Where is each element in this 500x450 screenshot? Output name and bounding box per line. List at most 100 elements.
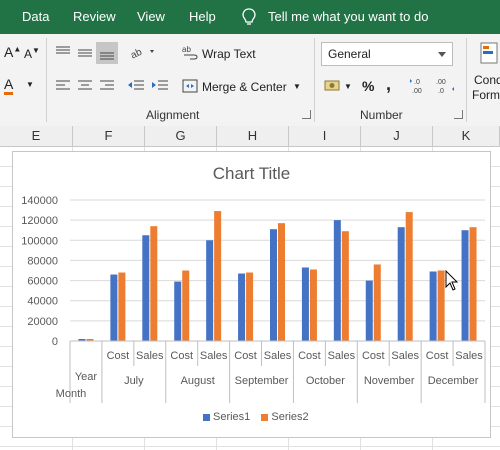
column-header-e[interactable]: E [0, 126, 73, 146]
ribbon-home: A▲ A▼ A ▼ ab ab Wrap Text Merge & Center… [0, 34, 500, 127]
tab-review[interactable]: Review [73, 9, 116, 24]
bar-series2[interactable] [278, 223, 285, 341]
number-launcher-icon[interactable] [454, 110, 463, 119]
bar-series1[interactable] [301, 267, 309, 341]
svg-text:.00: .00 [436, 79, 446, 86]
tell-me-search[interactable]: Tell me what you want to do [268, 9, 428, 24]
x-group-label: September [235, 375, 289, 387]
font-color-dropdown-icon[interactable]: ▼ [26, 80, 34, 89]
column-header-i[interactable]: I [289, 126, 361, 146]
align-bottom-icon[interactable] [96, 42, 118, 64]
tab-help[interactable]: Help [189, 9, 216, 24]
x-tick-label: Cost [362, 350, 385, 362]
bar-series2[interactable] [309, 269, 317, 341]
bar-series1[interactable] [429, 271, 437, 341]
align-middle-icon[interactable] [76, 44, 94, 60]
column-header-k[interactable]: K [433, 126, 500, 146]
bar-series2[interactable] [118, 272, 126, 341]
bar-series1[interactable] [461, 230, 469, 341]
column-header-row: E F G H I J K [0, 126, 500, 147]
tab-data[interactable]: Data [22, 9, 49, 24]
increase-font-icon[interactable]: A▲ [4, 44, 21, 60]
bar-series2[interactable] [405, 212, 413, 341]
decrease-decimal-icon[interactable]: .00 .0 [434, 76, 454, 96]
y-tick-label: 40000 [27, 296, 58, 308]
bar-series2[interactable] [182, 270, 190, 342]
conditional-formatting-label-1[interactable]: Cond [474, 73, 500, 87]
y-tick-label: 100000 [21, 235, 58, 247]
bar-series2[interactable] [437, 270, 445, 342]
merge-center-icon[interactable] [182, 78, 198, 94]
wrap-text-icon[interactable]: ab [182, 44, 198, 60]
bar-series1[interactable] [206, 240, 214, 341]
decrease-font-icon[interactable]: A▼ [24, 46, 40, 61]
chevron-down-icon [438, 52, 446, 57]
x-tick-label: Sales [455, 350, 483, 362]
separator [314, 38, 315, 122]
bar-series2[interactable] [214, 211, 222, 341]
bar-series2[interactable] [150, 226, 158, 341]
legend-label-series2: Series2 [271, 411, 309, 423]
legend-swatch-series1 [203, 413, 210, 421]
chart-legend[interactable]: Series1 Series2 [203, 411, 317, 423]
x-group-label: July [124, 375, 144, 387]
bar-series1[interactable] [397, 227, 405, 341]
column-header-h[interactable]: H [217, 126, 289, 146]
tab-view[interactable]: View [137, 9, 165, 24]
x-tick-label: Cost [426, 350, 449, 362]
bar-series1[interactable] [174, 281, 182, 341]
alignment-launcher-icon[interactable] [302, 110, 311, 119]
ribbon-tab-bar: Data Review View Help Tell me what you w… [0, 0, 500, 34]
align-right-icon[interactable] [98, 78, 116, 94]
x-group-label: August [181, 375, 215, 387]
merge-dropdown-icon[interactable]: ▼ [293, 82, 301, 91]
x-tick-label: Sales [391, 350, 419, 362]
align-top-icon[interactable] [54, 44, 72, 60]
accounting-format-icon[interactable] [324, 78, 342, 94]
increase-decimal-icon[interactable]: .0 .00 [410, 76, 430, 96]
column-header-j[interactable]: J [361, 126, 433, 146]
separator [46, 38, 47, 122]
y-tick-label: 120000 [21, 215, 58, 227]
bar-series1[interactable] [333, 220, 341, 341]
mouse-pointer-icon [445, 270, 459, 291]
wrap-text-button[interactable]: Wrap Text [202, 47, 256, 61]
bar-series2[interactable] [373, 264, 381, 341]
legend-item-series2[interactable]: Series2 [261, 411, 309, 423]
column-header-g[interactable]: G [145, 126, 217, 146]
legend-item-series1[interactable]: Series1 [203, 411, 250, 423]
bar-series1[interactable] [270, 229, 277, 341]
x-group-label: October [306, 375, 345, 387]
percent-style-button[interactable]: % [362, 78, 374, 94]
orientation-icon[interactable]: ab [130, 44, 158, 60]
conditional-formatting-label-2[interactable]: Form [472, 88, 500, 102]
svg-text:.0: .0 [414, 79, 420, 86]
comma-style-button[interactable]: , [386, 74, 391, 95]
accounting-dropdown-icon[interactable]: ▼ [344, 82, 352, 91]
svg-text:.0: .0 [438, 88, 444, 95]
chart-object[interactable]: Chart Title 0 20000 40000 60000 80000 100000 1… [12, 151, 491, 438]
increase-indent-icon[interactable] [150, 78, 170, 94]
column-header-f[interactable]: F [73, 126, 145, 146]
bar-series1[interactable] [142, 235, 150, 341]
x-group-label: December [428, 375, 479, 387]
bar-series1[interactable] [238, 273, 246, 341]
conditional-formatting-icon[interactable] [480, 42, 498, 64]
bar-series2[interactable] [246, 272, 254, 341]
align-center-icon[interactable] [76, 78, 94, 94]
x-group-label: Month [56, 388, 87, 400]
legend-swatch-series2 [261, 413, 269, 421]
decrease-indent-icon[interactable] [126, 78, 146, 94]
number-format-select[interactable]: General [321, 42, 453, 66]
y-tick-label: 80000 [27, 255, 58, 267]
font-color-icon[interactable]: A [4, 76, 14, 95]
merge-center-button[interactable]: Merge & Center [202, 80, 287, 94]
bar-series1[interactable] [365, 280, 373, 341]
x-tick-label: Sales [328, 350, 356, 362]
align-left-icon[interactable] [54, 78, 72, 94]
bar-series2[interactable] [341, 231, 349, 341]
bar-series2[interactable] [469, 227, 477, 341]
x-tick-label: Cost [107, 350, 130, 362]
bar-series1[interactable] [110, 274, 118, 341]
chart-plot-area[interactable]: 0 20000 40000 60000 80000 100000 120000 140000 Y… [13, 152, 492, 439]
